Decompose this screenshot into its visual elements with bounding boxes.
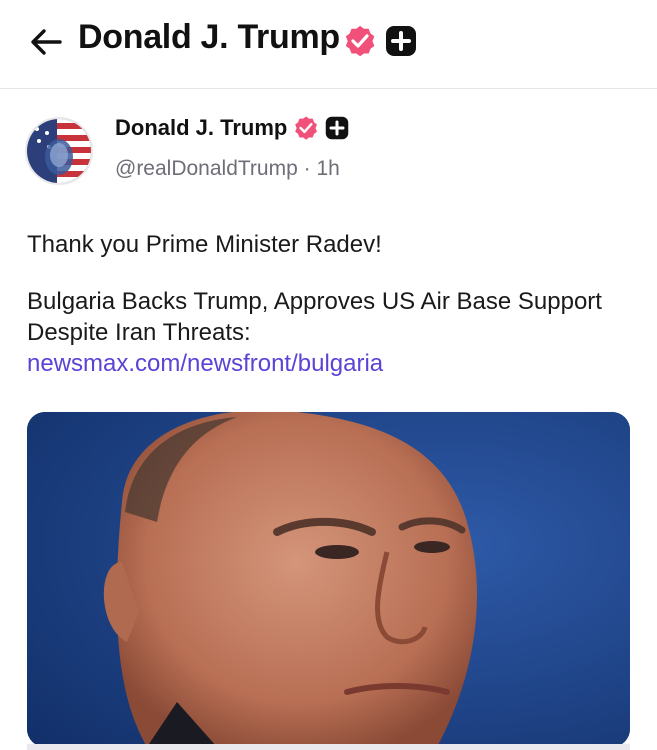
- media-footer-strip: [27, 744, 630, 750]
- post-image[interactable]: [27, 412, 630, 747]
- author-row: Donald J. Trump: [115, 115, 349, 141]
- author-name[interactable]: Donald J. Trump: [115, 115, 287, 141]
- avatar[interactable]: [25, 117, 93, 185]
- verified-badge-icon: [295, 116, 318, 140]
- plus-badge-icon: [386, 26, 416, 56]
- meta-separator: ·: [303, 157, 311, 180]
- verified-badge-icon: [345, 25, 375, 57]
- post: Donald J. Trump @realDonaldTrump · 1h Th…: [0, 89, 657, 750]
- post-content: Thank you Prime Minister Radev! Bulgaria…: [27, 229, 627, 379]
- arrow-left-icon: [31, 29, 62, 55]
- post-text-headline: Bulgaria Backs Trump, Approves US Air Ba…: [27, 288, 602, 346]
- plus-badge-icon: [326, 116, 349, 140]
- back-button[interactable]: [26, 22, 66, 62]
- post-link[interactable]: newsmax.com/newsfront/bulgaria: [27, 350, 383, 377]
- post-time[interactable]: 1h: [316, 157, 339, 180]
- page-title: Donald J. Trump: [78, 18, 340, 56]
- header-badges: [343, 24, 417, 58]
- post-text-line: Thank you Prime Minister Radev!: [27, 231, 382, 258]
- author-handle[interactable]: @realDonaldTrump: [115, 157, 298, 180]
- post-meta: @realDonaldTrump · 1h: [115, 157, 340, 181]
- photo-portrait: [27, 412, 630, 747]
- top-bar: Donald J. Trump: [0, 0, 657, 89]
- avatar-image: [27, 119, 91, 183]
